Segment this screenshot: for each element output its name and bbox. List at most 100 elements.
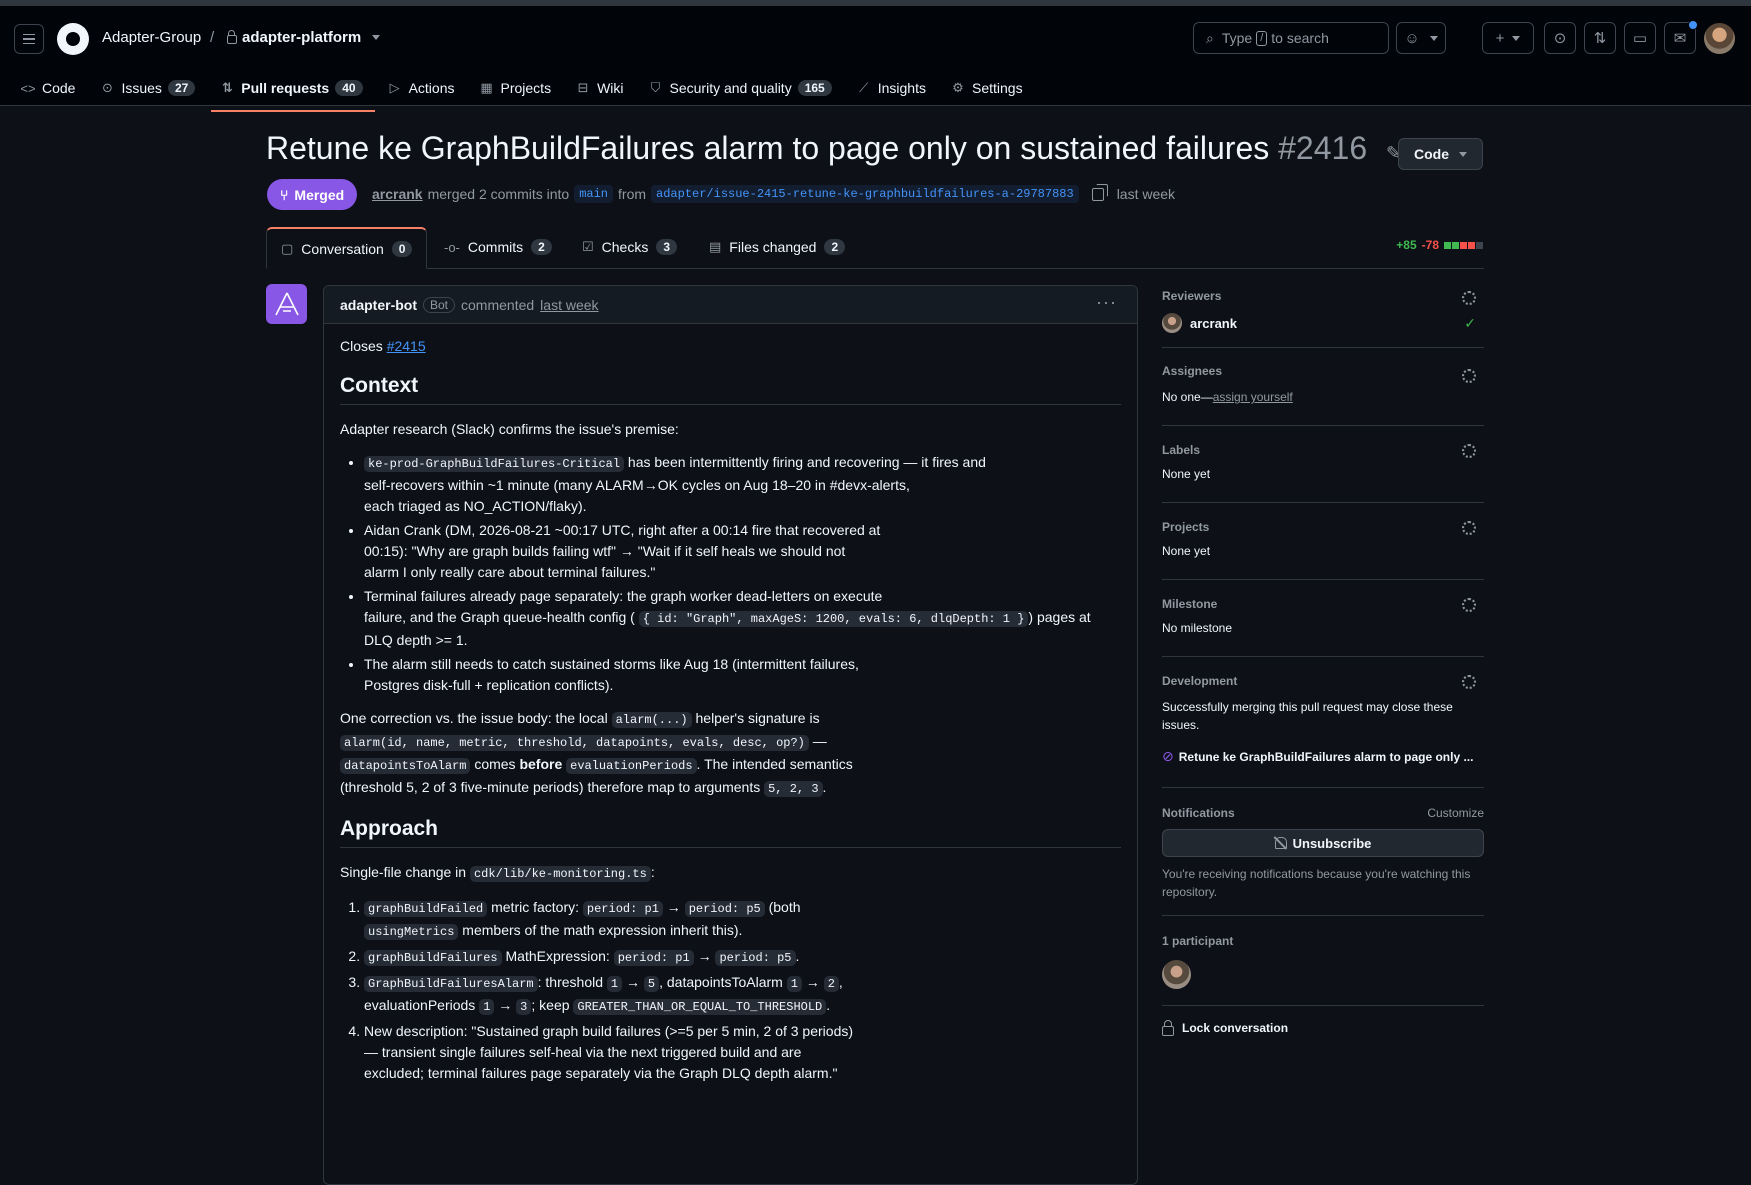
kebab-menu-icon[interactable]: ··· bbox=[1096, 292, 1117, 313]
breadcrumb-org[interactable]: Adapter-Group bbox=[102, 29, 201, 46]
list-item: GraphBuildFailuresAlarm: threshold 1 → 5… bbox=[364, 972, 1121, 1018]
tab-conversation-label: Conversation bbox=[301, 240, 384, 257]
bot-avatar[interactable] bbox=[266, 284, 307, 324]
code-icon: <> bbox=[20, 80, 36, 96]
assignees-none: No one— bbox=[1162, 390, 1213, 404]
labels-gear-icon[interactable] bbox=[1462, 444, 1476, 458]
notification-reason: You're receiving notifications because y… bbox=[1162, 867, 1471, 899]
customize-link[interactable]: Customize bbox=[1427, 806, 1484, 820]
tab-code[interactable]: <> Code bbox=[20, 70, 85, 106]
tab-actions[interactable]: ▷ Actions bbox=[387, 70, 465, 106]
chevron-down-icon bbox=[1429, 35, 1438, 41]
list-item: graphBuildFailures MathExpression: perio… bbox=[364, 946, 1121, 969]
notifications-section: Notifications Customize Unsubscribe You'… bbox=[1162, 788, 1484, 916]
private-lock-icon bbox=[227, 29, 237, 44]
approach-intro: Single-file change in cdk/lib/ke-monitor… bbox=[340, 864, 655, 882]
pr-number: #2416 bbox=[1278, 130, 1368, 166]
merged-state-label: Merged bbox=[294, 186, 345, 203]
base-branch[interactable]: main bbox=[574, 185, 614, 203]
inbox-button[interactable]: ✉ bbox=[1664, 20, 1698, 54]
gear-icon: ⚙ bbox=[952, 80, 964, 95]
issues-counter: 27 bbox=[167, 80, 196, 96]
user-avatar[interactable] bbox=[1704, 23, 1735, 54]
search-placeholder-pre: Type bbox=[1221, 30, 1253, 46]
create-new-button[interactable]: + bbox=[1482, 22, 1534, 54]
issue-icon: ⊙ bbox=[102, 80, 113, 95]
github-logo-icon[interactable] bbox=[57, 23, 89, 55]
assignees-gear-icon[interactable] bbox=[1462, 369, 1476, 383]
correction-paragraph: One correction vs. the issue body: the l… bbox=[340, 710, 853, 797]
comment-time[interactable]: last week bbox=[540, 297, 598, 313]
reviewer-avatar[interactable] bbox=[1162, 313, 1182, 333]
assign-yourself-link[interactable]: assign yourself bbox=[1213, 390, 1293, 404]
shield-icon: ⛉ bbox=[650, 80, 661, 95]
merged-state-badge: ⑂ Merged bbox=[267, 179, 358, 210]
comment-body: Closes #2415 Context Adapter research (S… bbox=[324, 324, 1137, 1084]
lock-conversation[interactable]: Lock conversation bbox=[1162, 1020, 1484, 1036]
reviewers-gear-icon[interactable] bbox=[1462, 291, 1476, 305]
chevron-down-icon bbox=[1459, 151, 1467, 157]
list-item: Terminal failures already page separatel… bbox=[364, 586, 1121, 651]
labels-section: Labels None yet bbox=[1162, 426, 1484, 503]
copilot-button[interactable]: ☺ bbox=[1396, 22, 1446, 54]
milestone-gear-icon[interactable] bbox=[1462, 598, 1476, 612]
book-icon: ⊟ bbox=[577, 80, 589, 95]
checks-counter: 3 bbox=[656, 239, 678, 255]
projects-title: Projects bbox=[1162, 520, 1210, 534]
pull-requests-button[interactable]: ⇅ bbox=[1584, 22, 1616, 54]
pr-title: Retune ke GraphBuildFailures alarm to pa… bbox=[266, 130, 1401, 167]
tab-projects-label: Projects bbox=[500, 80, 552, 96]
code-button[interactable]: Code bbox=[1398, 138, 1483, 170]
reviewer-name[interactable]: arcrank bbox=[1190, 316, 1237, 331]
inline-code: { id: "Graph", maxAgeS: 1200, evals: 6, … bbox=[638, 611, 1029, 627]
tab-conversation[interactable]: ▢ Conversation 0 bbox=[266, 227, 428, 269]
head-branch[interactable]: adapter/issue-2415-retune-ke-graphbuildf… bbox=[651, 185, 1079, 203]
list-item: The alarm still needs to catch sustained… bbox=[364, 654, 1121, 696]
tab-settings[interactable]: ⚙ Settings bbox=[950, 70, 1033, 106]
copy-icon[interactable] bbox=[1091, 183, 1108, 201]
issues-button[interactable]: ⊙ bbox=[1544, 22, 1576, 54]
code-button-label: Code bbox=[1414, 146, 1449, 162]
lock-conversation-label: Lock conversation bbox=[1182, 1021, 1289, 1035]
tab-commits[interactable]: -o- Commits 2 bbox=[444, 227, 552, 267]
repositories-button[interactable]: ▭ bbox=[1624, 22, 1656, 54]
tab-files-changed[interactable]: ▤ Files changed 2 bbox=[709, 227, 846, 267]
tab-files-label: Files changed bbox=[729, 239, 817, 255]
participant-avatar[interactable] bbox=[1162, 960, 1191, 989]
projects-gear-icon[interactable] bbox=[1462, 521, 1476, 535]
checklist-icon: ☑ bbox=[582, 239, 594, 254]
comment-author[interactable]: adapter-bot bbox=[340, 297, 417, 313]
tab-pull-requests-label: Pull requests bbox=[241, 80, 330, 96]
inbox-icon: ✉ bbox=[1673, 30, 1687, 47]
search-icon: ⌕ bbox=[1206, 29, 1214, 46]
tab-checks[interactable]: ☑ Checks 3 bbox=[582, 227, 678, 267]
commits-counter: 2 bbox=[531, 239, 552, 255]
menu-button[interactable] bbox=[14, 24, 44, 54]
bell-slash-icon bbox=[1274, 837, 1287, 849]
participants-title: 1 participant bbox=[1162, 934, 1234, 948]
tab-issues[interactable]: ⊙ Issues 27 bbox=[99, 70, 205, 106]
context-list: ke-prod-GraphBuildFailures-Critical has … bbox=[340, 452, 1121, 696]
search-shortcut-key: / bbox=[1256, 30, 1268, 46]
tab-wiki[interactable]: ⊟ Wiki bbox=[575, 70, 633, 106]
divider bbox=[1162, 347, 1484, 348]
closes-issue-link[interactable]: #2415 bbox=[387, 338, 426, 354]
graph-icon: ⟋ bbox=[859, 80, 869, 95]
linked-issue-link[interactable]: Retune ke GraphBuildFailures alarm to pa… bbox=[1179, 750, 1474, 764]
security-counter: 165 bbox=[797, 80, 832, 96]
search-input[interactable]: ⌕ Type / to search bbox=[1193, 22, 1389, 54]
unsubscribe-button[interactable]: Unsubscribe bbox=[1162, 829, 1484, 857]
repo-nav: <> Code ⊙ Issues 27 ⇅ Pull requests 40 ▷… bbox=[20, 70, 1047, 112]
breadcrumb-repo[interactable]: adapter-platform bbox=[227, 29, 381, 46]
approved-check-icon: ✓ bbox=[1464, 315, 1476, 331]
plus-icon: + bbox=[1495, 29, 1505, 47]
development-gear-icon[interactable] bbox=[1462, 675, 1476, 689]
tab-projects[interactable]: ▦ Projects bbox=[479, 70, 562, 106]
tab-insights[interactable]: ⟋ Insights bbox=[856, 70, 936, 106]
chevron-down-icon bbox=[1512, 35, 1521, 41]
deletions-count: -78 bbox=[1421, 238, 1439, 252]
tab-pull-requests[interactable]: ⇅ Pull requests 40 bbox=[211, 70, 375, 112]
labels-value: None yet bbox=[1162, 467, 1211, 481]
pr-author-link[interactable]: arcrank bbox=[372, 186, 423, 202]
tab-security[interactable]: ⛉ Security and quality 165 bbox=[648, 70, 842, 106]
